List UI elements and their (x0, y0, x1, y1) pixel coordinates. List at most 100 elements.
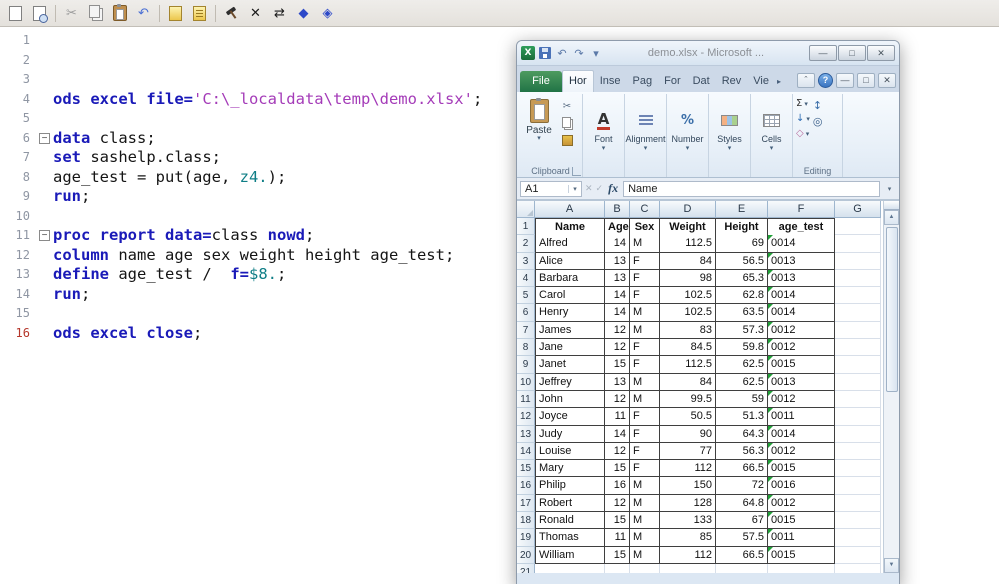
collapse-toggle[interactable]: − (39, 133, 50, 144)
cell[interactable] (835, 426, 881, 443)
cell[interactable] (835, 512, 881, 529)
cell[interactable]: M (630, 391, 660, 408)
cell[interactable]: M (630, 529, 660, 546)
row-header-15[interactable]: 15 (517, 460, 535, 477)
cell[interactable]: Barbara (535, 270, 605, 287)
copy-icon[interactable] (84, 3, 107, 24)
editor-code[interactable]: ods excel file='C:\_localdata\temp\demo.… (37, 27, 482, 584)
collapse-toggle[interactable]: − (39, 230, 50, 241)
row-header-16[interactable]: 16 (517, 477, 535, 494)
cell[interactable]: 0012 (768, 443, 835, 460)
tab-inse[interactable]: Inse (594, 71, 627, 92)
row-header-14[interactable]: 14 (517, 443, 535, 460)
column-header-a[interactable]: A (535, 201, 605, 218)
cell[interactable]: M (630, 477, 660, 494)
maximize-button[interactable]: □ (838, 45, 866, 61)
cell[interactable]: 83 (660, 322, 716, 339)
cell[interactable]: 102.5 (660, 304, 716, 321)
row-header-8[interactable]: 8 (517, 339, 535, 356)
cell[interactable]: 0014 (768, 287, 835, 304)
column-header-b[interactable]: B (605, 201, 630, 218)
clipboard-dialog-launcher[interactable] (572, 167, 581, 176)
cell[interactable]: 66.5 (716, 547, 768, 564)
cell[interactable] (835, 460, 881, 477)
excel-titlebar[interactable]: X↶↷▾ demo.xlsx - Microsoft ... —□✕ (517, 41, 899, 66)
row-header-21[interactable]: 21 (517, 564, 535, 573)
find-select-button[interactable]: ◎ (813, 115, 823, 127)
row-header-4[interactable]: 4 (517, 270, 535, 287)
row-header-5[interactable]: 5 (517, 287, 535, 304)
cell[interactable]: F (630, 287, 660, 304)
cell[interactable]: Weight (660, 218, 716, 236)
cell[interactable]: 84 (660, 374, 716, 391)
cell[interactable]: 12 (605, 443, 630, 460)
cell[interactable]: 63.5 (716, 304, 768, 321)
formula-bar-expand-icon[interactable]: ▾ (883, 185, 896, 193)
tab-for[interactable]: For (658, 71, 687, 92)
cell[interactable]: 67 (716, 512, 768, 529)
cell[interactable]: 85 (660, 529, 716, 546)
cell[interactable]: 13 (605, 253, 630, 270)
scrollbar-split-box[interactable] (884, 201, 899, 210)
column-header-c[interactable]: C (630, 201, 660, 218)
cell[interactable]: Alfred (535, 235, 605, 252)
cell[interactable] (835, 235, 881, 252)
cell[interactable]: 150 (660, 477, 716, 494)
tools-icon[interactable] (220, 3, 243, 24)
cell[interactable]: 11 (605, 408, 630, 425)
cut-icon[interactable]: ✂ (558, 99, 576, 114)
cell[interactable]: Janet (535, 356, 605, 373)
cell[interactable]: 102.5 (660, 287, 716, 304)
cell[interactable]: F (630, 339, 660, 356)
cell[interactable]: 133 (660, 512, 716, 529)
cell[interactable] (605, 564, 630, 573)
cell[interactable] (835, 477, 881, 494)
cell[interactable]: 51.3 (716, 408, 768, 425)
cell[interactable]: Philip (535, 477, 605, 494)
cell[interactable]: 128 (660, 495, 716, 512)
formula-input[interactable]: Name (623, 181, 880, 197)
print-preview-icon[interactable] (28, 3, 51, 24)
tab-scroll-right-button[interactable]: ▸ (775, 71, 783, 92)
cell[interactable]: William (535, 547, 605, 564)
cell[interactable]: M (630, 374, 660, 391)
scroll-down-button[interactable]: ▼ (884, 558, 899, 573)
row-header-1[interactable]: 1 (517, 218, 535, 235)
cell[interactable]: 112.5 (660, 356, 716, 373)
cell[interactable]: 0015 (768, 547, 835, 564)
cell[interactable] (835, 287, 881, 304)
paste-icon[interactable] (108, 3, 131, 24)
cell[interactable]: 64.8 (716, 495, 768, 512)
cell[interactable]: 56.3 (716, 443, 768, 460)
cell[interactable] (535, 564, 605, 573)
submit-icon[interactable] (164, 3, 187, 24)
minimize-ribbon-button[interactable]: ˆ (797, 73, 815, 88)
clear-all-icon[interactable]: ✕ (244, 3, 267, 24)
cell[interactable]: 12 (605, 391, 630, 408)
row-header-9[interactable]: 9 (517, 356, 535, 373)
cut-icon[interactable]: ✂ (60, 3, 83, 24)
row-header-12[interactable]: 12 (517, 408, 535, 425)
cell[interactable]: 0011 (768, 408, 835, 425)
help-button[interactable]: ? (818, 73, 833, 88)
row-header-10[interactable]: 10 (517, 374, 535, 391)
cell[interactable]: 0014 (768, 304, 835, 321)
cell[interactable]: 57.5 (716, 529, 768, 546)
workbook-close-button[interactable]: ✕ (878, 73, 896, 88)
cell[interactable]: Name (535, 218, 605, 236)
fill-button[interactable]: ↓▾ (796, 113, 810, 125)
cell[interactable] (835, 408, 881, 425)
cell[interactable]: 98 (660, 270, 716, 287)
cell[interactable]: Thomas (535, 529, 605, 546)
help-icon[interactable]: ◈ (316, 3, 339, 24)
name-box-dropdown-icon[interactable]: ▾ (568, 185, 581, 193)
cell[interactable] (835, 218, 881, 235)
cell[interactable]: 0012 (768, 391, 835, 408)
cell[interactable]: 84.5 (660, 339, 716, 356)
cell[interactable]: Judy (535, 426, 605, 443)
cell[interactable]: 14 (605, 235, 630, 252)
cell[interactable]: F (630, 356, 660, 373)
cell[interactable]: 62.5 (716, 374, 768, 391)
break-icon[interactable]: ◆ (292, 3, 315, 24)
cell[interactable]: 14 (605, 304, 630, 321)
